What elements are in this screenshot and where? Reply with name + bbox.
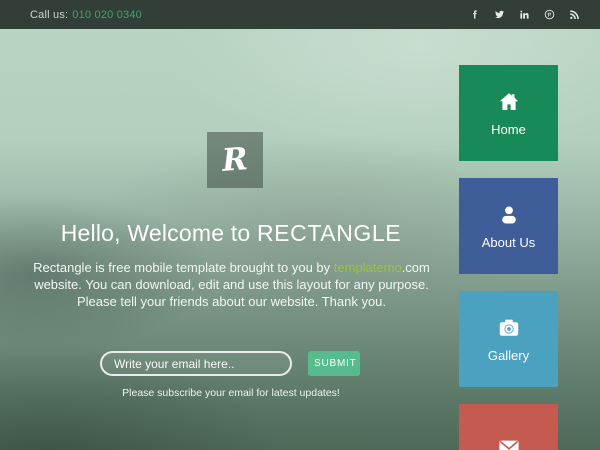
sidebar-item-label: Gallery bbox=[488, 348, 529, 363]
submit-button[interactable]: SUBMIT bbox=[308, 351, 360, 376]
call-us: Call us: 010 020 0340 bbox=[30, 9, 142, 21]
sidebar-item-about-us[interactable]: About Us bbox=[459, 178, 558, 274]
sidebar-item-gallery[interactable]: Gallery bbox=[459, 291, 558, 387]
page: Call us:010 020 0340 R Hello bbox=[0, 0, 600, 450]
heading-brand: RECTANGLE bbox=[257, 220, 401, 246]
page-title: Hello, Welcome to RECTANGLE bbox=[0, 220, 462, 247]
hero-background: R Hello, Welcome to RECTANGLE Rectangle … bbox=[0, 29, 600, 450]
templatemo-link[interactable]: templatemo bbox=[334, 260, 402, 275]
twitter-icon[interactable] bbox=[494, 9, 505, 20]
linkedin-icon[interactable] bbox=[519, 9, 530, 20]
phone-number-link[interactable]: 010 020 0340 bbox=[72, 9, 142, 21]
intro-text: Rectangle is free mobile template brough… bbox=[19, 259, 444, 310]
sidebar-item-label: About Us bbox=[482, 235, 535, 250]
call-us-label: Call us: bbox=[30, 9, 68, 21]
subscribe-form: SUBMIT bbox=[100, 351, 360, 376]
rss-icon[interactable] bbox=[569, 9, 580, 20]
logo: R bbox=[207, 132, 263, 188]
email-input[interactable] bbox=[100, 351, 292, 376]
camera-icon bbox=[497, 316, 521, 340]
home-icon bbox=[497, 90, 521, 114]
facebook-icon[interactable] bbox=[469, 9, 480, 20]
social-links bbox=[469, 9, 580, 20]
heading-prefix: Hello, Welcome to bbox=[61, 220, 251, 246]
envelope-icon bbox=[497, 436, 521, 450]
sidebar-item-home[interactable]: Home bbox=[459, 65, 558, 161]
pinterest-icon[interactable] bbox=[544, 9, 555, 20]
logo-letter: R bbox=[221, 144, 249, 177]
sidebar-item-contact[interactable] bbox=[459, 404, 558, 450]
topbar: Call us: 010 020 0340 bbox=[0, 0, 600, 29]
sidebar-item-label: Home bbox=[491, 122, 526, 137]
user-icon bbox=[497, 203, 521, 227]
intro-before: Rectangle is free mobile template brough… bbox=[33, 260, 334, 275]
subscribe-note: Please subscribe your email for latest u… bbox=[0, 387, 462, 399]
